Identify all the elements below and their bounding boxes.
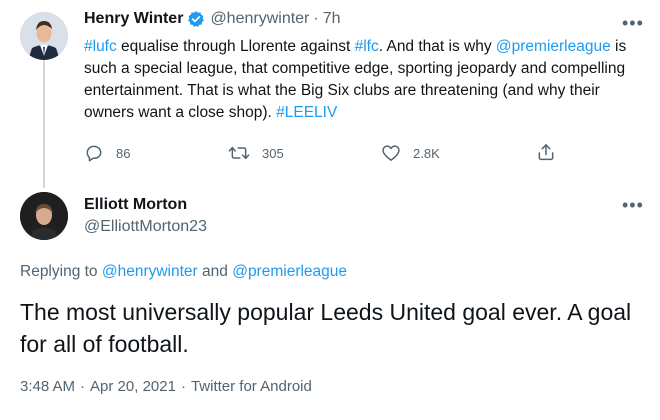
reply-text: The most universally popular Leeds Unite…	[20, 299, 632, 357]
verified-badge-icon	[187, 10, 205, 28]
replying-to-line: Replying to @henrywinter and @premierlea…	[20, 263, 347, 281]
replying-to-label: Replying to	[20, 263, 102, 280]
share-action[interactable]	[536, 142, 556, 162]
thread-connector-line	[43, 60, 45, 188]
reply-time[interactable]: 3:48 AM	[20, 378, 75, 395]
reply-count: 86	[116, 145, 131, 161]
replying-to-premierleague[interactable]: @premierleague	[232, 263, 347, 280]
share-icon	[538, 144, 554, 161]
meta-separator: ·	[180, 378, 186, 395]
tweet-text: #lufc equalise through Llorente against …	[84, 36, 640, 124]
tweet-text-segment: . And that is why	[378, 38, 496, 55]
author-name[interactable]: Henry Winter	[84, 10, 183, 28]
reply-client[interactable]: Twitter for Android	[191, 378, 312, 395]
avatar-elliott-morton-image	[20, 192, 68, 240]
retweet-action[interactable]: 305	[228, 143, 284, 163]
reply-meta: 3:48 AM · Apr 20, 2021 · Twitter for Android	[20, 378, 312, 395]
like-action[interactable]: 2.8K	[381, 143, 440, 163]
hashtag-leeliv[interactable]: #LEELIV	[276, 104, 337, 121]
reply-icon	[86, 145, 102, 162]
mention-premierleague[interactable]: @premierleague	[496, 38, 611, 55]
avatar-henry-winter-image	[20, 12, 68, 60]
replying-to-henrywinter[interactable]: @henrywinter	[102, 263, 198, 280]
tweet-time[interactable]: 7h	[323, 10, 341, 28]
reply-author-name[interactable]: Elliott Morton	[84, 196, 187, 214]
retweet-icon	[228, 146, 250, 160]
reply-author-handle[interactable]: @ElliottMorton23	[84, 218, 207, 236]
avatar-elliott-morton[interactable]	[20, 192, 68, 240]
time-separator: ·	[313, 10, 319, 27]
tweet-header: Henry Winter @henrywinter · 7h	[84, 10, 341, 28]
retweet-count: 305	[262, 145, 284, 161]
like-count: 2.8K	[413, 145, 440, 161]
reply-date[interactable]: Apr 20, 2021	[90, 378, 176, 395]
reply-action[interactable]: 86	[84, 143, 130, 163]
more-options-icon[interactable]: •••	[622, 14, 644, 32]
like-icon	[382, 145, 400, 161]
tweet-text-segment: equalise through Llorente against	[116, 38, 355, 55]
reply-more-options-icon[interactable]: •••	[622, 196, 644, 214]
meta-separator: ·	[80, 378, 86, 395]
replying-to-and: and	[197, 263, 233, 280]
avatar-henry-winter[interactable]	[20, 12, 68, 60]
hashtag-lfc[interactable]: #lfc	[355, 38, 379, 55]
hashtag-lufc[interactable]: #lufc	[84, 38, 117, 55]
author-handle[interactable]: @henrywinter	[210, 10, 309, 28]
